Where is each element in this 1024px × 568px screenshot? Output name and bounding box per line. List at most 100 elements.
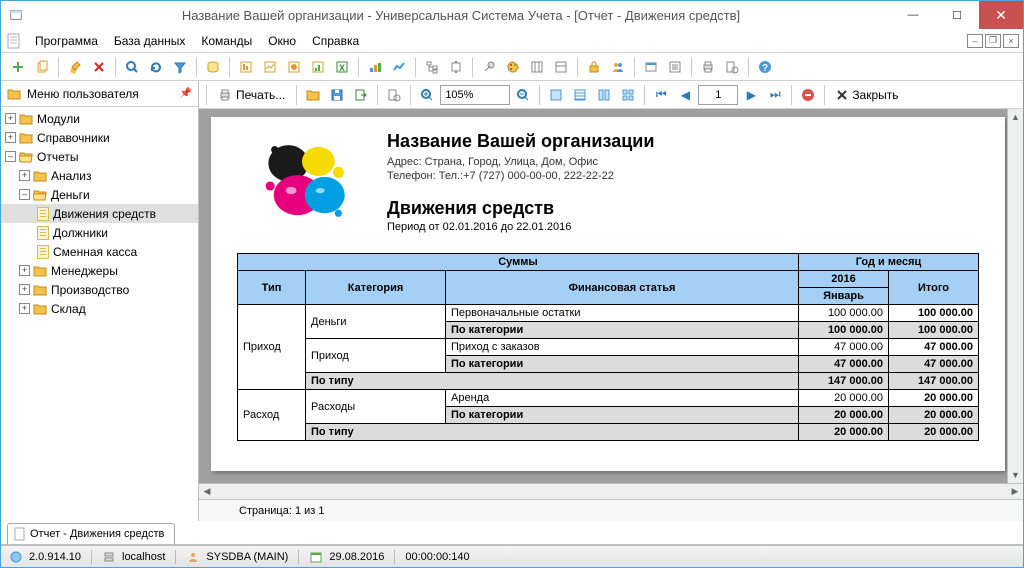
mdi-restore[interactable]: ❐ <box>985 34 1001 48</box>
export-excel-icon[interactable]: X <box>331 56 353 78</box>
svg-text:?: ? <box>762 63 768 74</box>
doc-icon <box>37 207 49 221</box>
svg-text:X: X <box>339 63 345 73</box>
close-report-button[interactable]: Закрыть <box>830 84 904 106</box>
tree-money[interactable]: –Деньги <box>1 185 198 204</box>
maximize-button[interactable]: ☐ <box>935 1 979 29</box>
menu-program[interactable]: Программа <box>27 29 106 53</box>
view4-icon[interactable] <box>617 84 639 106</box>
view3-icon[interactable] <box>593 84 615 106</box>
calendar-icon <box>309 550 323 564</box>
zoom-out-icon[interactable] <box>512 84 534 106</box>
page-input[interactable] <box>698 85 738 105</box>
preview-icon[interactable] <box>721 56 743 78</box>
status-user: SYSDBA (MAIN) <box>206 551 288 563</box>
view2-icon[interactable] <box>569 84 591 106</box>
server-icon <box>102 550 116 564</box>
columns-icon[interactable] <box>526 56 548 78</box>
tree-shift-cash[interactable]: Сменная касса <box>1 242 198 261</box>
report1-icon[interactable] <box>235 56 257 78</box>
sidebar-header: Меню пользователя 📌 <box>1 81 198 107</box>
tree-movements[interactable]: Движения средств <box>1 204 198 223</box>
folder-icon <box>33 284 47 296</box>
list-icon[interactable] <box>664 56 686 78</box>
edit-icon[interactable] <box>64 56 86 78</box>
zoom-in-icon[interactable] <box>416 84 438 106</box>
menu-help[interactable]: Справка <box>304 29 367 53</box>
vertical-scrollbar[interactable]: ▲▼ <box>1007 109 1023 483</box>
folder-icon <box>33 170 47 182</box>
layout-icon[interactable] <box>550 56 572 78</box>
org-phone: Телефон: Тел.:+7 (727) 000-00-00, 222-22… <box>387 170 979 182</box>
tab-report[interactable]: Отчет - Движения средств <box>7 523 175 544</box>
stop-icon[interactable] <box>797 84 819 106</box>
delete-icon[interactable] <box>88 56 110 78</box>
chart-bar-icon[interactable] <box>364 56 386 78</box>
print-button[interactable]: Печать... <box>212 84 291 106</box>
zoom-input[interactable]: 105% <box>440 85 510 105</box>
tree-production[interactable]: +Производство <box>1 280 198 299</box>
tools-icon[interactable] <box>478 56 500 78</box>
close-button[interactable]: ✕ <box>979 1 1023 29</box>
save-icon[interactable] <box>326 84 348 106</box>
menu-window[interactable]: Окно <box>260 29 304 53</box>
chart-line-icon[interactable] <box>388 56 410 78</box>
tree-managers[interactable]: +Менеджеры <box>1 261 198 280</box>
tree-debtors[interactable]: Должники <box>1 223 198 242</box>
close-icon <box>836 89 848 101</box>
window-icon[interactable] <box>640 56 662 78</box>
nav-next-icon[interactable]: ▶ <box>740 84 762 106</box>
mdi-controls: – ❐ × <box>967 34 1019 48</box>
app-icon <box>9 8 23 22</box>
tree-analysis[interactable]: +Анализ <box>1 166 198 185</box>
doc-icon <box>14 527 26 541</box>
menu-commands[interactable]: Команды <box>193 29 260 53</box>
search-icon[interactable] <box>121 56 143 78</box>
report-viewer: ▲▼ <box>199 109 1023 483</box>
export-icon[interactable] <box>350 84 372 106</box>
tree-warehouse[interactable]: +Склад <box>1 299 198 318</box>
tree-reports[interactable]: –Отчеты <box>1 147 198 166</box>
folder-icon <box>7 88 21 100</box>
sidebar-title: Меню пользователя <box>27 87 139 101</box>
nav-tree: +Модули +Справочники –Отчеты +Анализ –Де… <box>1 107 198 521</box>
help-icon[interactable]: ? <box>754 56 776 78</box>
horizontal-scrollbar[interactable]: ◀▶ <box>199 483 1023 499</box>
db-icon[interactable] <box>202 56 224 78</box>
print-icon[interactable] <box>697 56 719 78</box>
mdi-close[interactable]: × <box>1003 34 1019 48</box>
doc-icon <box>37 245 49 259</box>
mdi-minimize[interactable]: – <box>967 34 983 48</box>
report-title: Движения средств <box>387 198 979 219</box>
palette-icon[interactable] <box>502 56 524 78</box>
org-name: Название Вашей организации <box>387 131 979 152</box>
pin-icon[interactable]: 📌 <box>180 88 192 99</box>
filter-icon[interactable] <box>169 56 191 78</box>
open-icon[interactable] <box>302 84 324 106</box>
lock-icon[interactable] <box>583 56 605 78</box>
user-icon <box>186 550 200 564</box>
copy-icon[interactable] <box>31 56 53 78</box>
menu-database[interactable]: База данных <box>106 29 193 53</box>
view1-icon[interactable] <box>545 84 567 106</box>
refresh-icon[interactable] <box>145 56 167 78</box>
find-icon[interactable] <box>383 84 405 106</box>
tree-icon[interactable] <box>421 56 443 78</box>
menu-bar: Программа База данных Команды Окно Справ… <box>1 29 1023 53</box>
plugin-icon[interactable] <box>445 56 467 78</box>
users-icon[interactable] <box>607 56 629 78</box>
minimize-button[interactable]: — <box>891 1 935 29</box>
add-icon[interactable] <box>7 56 29 78</box>
nav-first-icon[interactable]: ⏮ <box>650 84 672 106</box>
tree-directories[interactable]: +Справочники <box>1 128 198 147</box>
report4-icon[interactable] <box>307 56 329 78</box>
tree-modules[interactable]: +Модули <box>1 109 198 128</box>
report2-icon[interactable] <box>259 56 281 78</box>
nav-last-icon[interactable]: ⏭ <box>764 84 786 106</box>
nav-prev-icon[interactable]: ◀ <box>674 84 696 106</box>
status-bar: 2.0.914.10 localhost SYSDBA (MAIN) 29.08… <box>1 545 1023 567</box>
title-bar: Название Вашей организации - Универсальн… <box>1 1 1023 29</box>
report3-icon[interactable] <box>283 56 305 78</box>
status-version: 2.0.914.10 <box>29 551 81 563</box>
app-window: Название Вашей организации - Универсальн… <box>0 0 1024 568</box>
